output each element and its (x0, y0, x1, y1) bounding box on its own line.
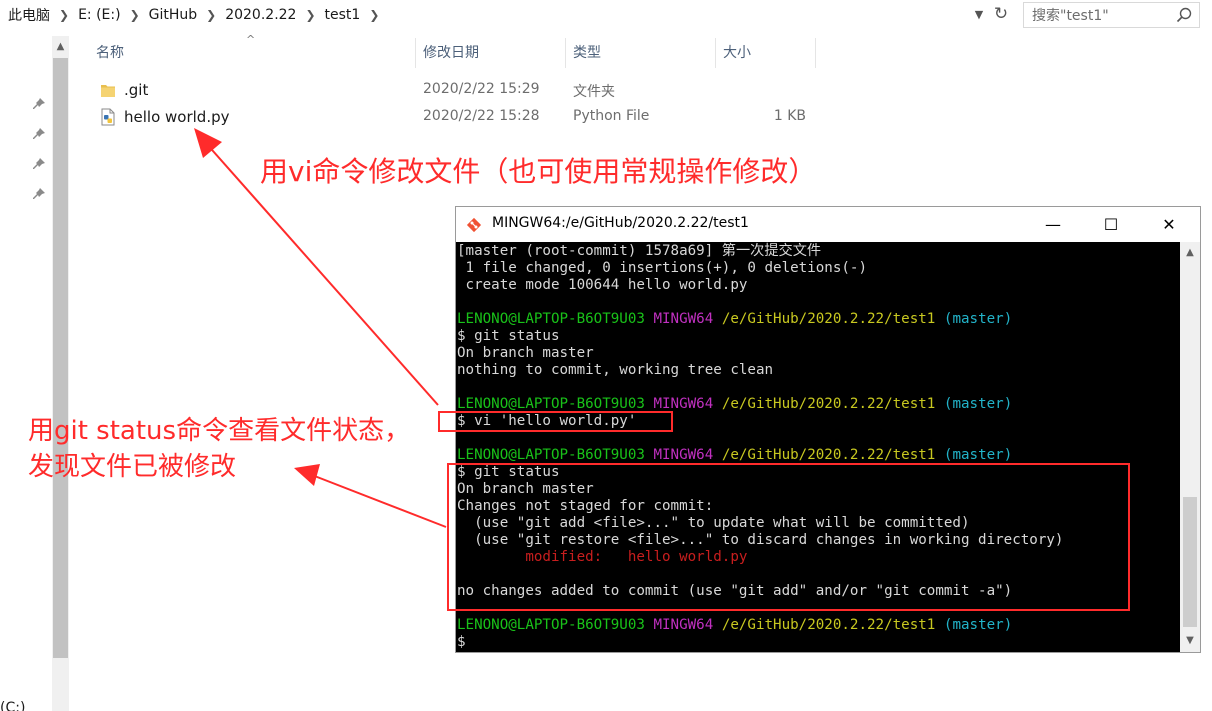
file-type: Python File (573, 108, 650, 124)
column-header-type[interactable]: 类型 (573, 38, 601, 68)
python-file-icon (101, 108, 115, 126)
search-placeholder: 搜索"test1" (1032, 8, 1109, 24)
terminal-prompt: LENONO@LAPTOP-B6OT9U03 MINGW64 /e/GitHub… (457, 311, 1012, 328)
chevron-down-icon[interactable]: ▼ (970, 6, 988, 24)
terminal-line: [master (root-commit) 1578a69] 第一次提交文件 (457, 243, 822, 259)
scroll-up-arrow-icon[interactable]: ▲ (52, 38, 69, 56)
terminal-scrollbar-thumb[interactable] (1183, 497, 1197, 627)
navigation-pane[interactable]: ▲ (C:) (0, 36, 72, 711)
column-divider[interactable] (715, 38, 716, 68)
chevron-right-icon[interactable]: ❯ (130, 8, 140, 22)
column-header-name[interactable]: 名称 (96, 38, 124, 68)
prompt-user: LENONO@LAPTOP-B6OT9U03 (457, 447, 645, 463)
search-icon[interactable] (1175, 6, 1193, 24)
breadcrumb-test1[interactable]: test1 (325, 7, 361, 23)
column-header-date[interactable]: 修改日期 (423, 38, 479, 68)
terminal-line: nothing to commit, working tree clean (457, 362, 774, 378)
annotation-vi-note: 用vi命令修改文件（也可使用常规操作修改） (260, 155, 817, 188)
breadcrumb-2020-2-22[interactable]: 2020.2.22 (225, 7, 296, 23)
chevron-right-icon[interactable]: ❯ (305, 8, 315, 22)
annotation-status-note-line2: 发现文件已被修改 (28, 452, 237, 482)
annotation-status-note-line1: 用git status命令查看文件状态， (28, 416, 411, 446)
prompt-branch: (master) (943, 447, 1013, 463)
prompt-path: /e/GitHub/2020.2.22/test1 (721, 617, 936, 633)
chevron-right-icon[interactable]: ❯ (206, 8, 216, 22)
arrowhead-icon (194, 128, 222, 158)
column-divider[interactable] (415, 38, 416, 68)
arrow-to-status-note (311, 474, 447, 528)
search-input[interactable]: 搜索"test1" (1023, 2, 1200, 28)
sort-ascending-icon: ^ (246, 33, 256, 46)
refresh-icon[interactable]: ↻ (990, 3, 1012, 25)
terminal-input-line[interactable]: $ (457, 634, 466, 651)
git-bash-icon (466, 217, 482, 233)
prompt-path: /e/GitHub/2020.2.22/test1 (721, 447, 936, 463)
terminal-line: 1 file changed, 0 insertions(+), 0 delet… (457, 260, 867, 276)
prompt-user: LENONO@LAPTOP-B6OT9U03 (457, 311, 645, 327)
terminal-titlebar[interactable]: MINGW64:/e/GitHub/2020.2.22/test1 — ☐ ✕ (456, 207, 1200, 242)
chevron-right-icon[interactable]: ❯ (369, 8, 379, 22)
pin-icon[interactable] (31, 186, 47, 202)
folder-icon (101, 85, 115, 97)
prompt-branch: (master) (943, 311, 1013, 327)
prompt-env: MINGW64 (653, 311, 714, 327)
file-type: 文件夹 (573, 84, 615, 100)
prompt-env: MINGW64 (653, 447, 714, 463)
column-divider[interactable] (815, 38, 816, 68)
prompt-user: LENONO@LAPTOP-B6OT9U03 (457, 617, 645, 633)
prompt-user: LENONO@LAPTOP-B6OT9U03 (457, 396, 645, 412)
minimize-button[interactable]: — (1024, 207, 1082, 242)
column-divider[interactable] (565, 38, 566, 68)
scroll-down-arrow-icon[interactable]: ▼ (1180, 632, 1200, 650)
prompt-path: /e/GitHub/2020.2.22/test1 (721, 396, 936, 412)
close-button[interactable]: ✕ (1140, 207, 1198, 242)
file-name[interactable]: .git (124, 81, 148, 99)
pin-icon[interactable] (31, 156, 47, 172)
breadcrumb-github[interactable]: GitHub (149, 7, 198, 23)
file-date: 2020/2/22 15:28 (423, 108, 540, 124)
nav-scrollbar-thumb[interactable] (53, 58, 68, 658)
prompt-path: /e/GitHub/2020.2.22/test1 (721, 311, 936, 327)
pin-icon[interactable] (31, 126, 47, 142)
file-row-git[interactable]: .git 2020/2/22 15:29 文件夹 (96, 78, 816, 104)
breadcrumb: 此电脑 ❯ E: (E:) ❯ GitHub ❯ 2020.2.22 ❯ tes… (0, 5, 388, 25)
file-date: 2020/2/22 15:29 (423, 81, 540, 97)
terminal-prompt: LENONO@LAPTOP-B6OT9U03 MINGW64 /e/GitHub… (457, 447, 1012, 464)
maximize-button[interactable]: ☐ (1082, 207, 1140, 242)
chevron-right-icon[interactable]: ❯ (59, 8, 69, 22)
breadcrumb-drive-e[interactable]: E: (E:) (78, 7, 121, 23)
arrowhead-icon (294, 464, 320, 486)
prompt-env: MINGW64 (653, 396, 714, 412)
column-header-size[interactable]: 大小 (723, 38, 751, 68)
prompt-branch: (master) (943, 617, 1013, 633)
nav-item-drive-c[interactable]: (C:) (0, 700, 25, 711)
terminal-prompt: LENONO@LAPTOP-B6OT9U03 MINGW64 /e/GitHub… (457, 617, 1012, 634)
prompt-env: MINGW64 (653, 617, 714, 633)
terminal-line: create mode 100644 hello world.py (457, 277, 748, 293)
breadcrumb-this-pc[interactable]: 此电脑 (8, 5, 50, 25)
prompt-branch: (master) (943, 396, 1013, 412)
address-bar[interactable]: 此电脑 ❯ E: (E:) ❯ GitHub ❯ 2020.2.22 ❯ tes… (0, 0, 1016, 30)
terminal-title: MINGW64:/e/GitHub/2020.2.22/test1 (492, 215, 749, 231)
scroll-up-arrow-icon[interactable]: ▲ (1180, 244, 1200, 262)
pin-icon[interactable] (31, 96, 47, 112)
terminal-line: On branch master (457, 345, 594, 361)
file-size: 1 KB (773, 108, 806, 124)
highlight-box-vi-command (438, 411, 673, 432)
terminal-command: $ git status (457, 328, 560, 344)
file-row-hello-world[interactable]: hello world.py 2020/2/22 15:28 Python Fi… (96, 105, 816, 131)
highlight-box-git-status (447, 463, 1130, 611)
file-name[interactable]: hello world.py (124, 108, 229, 126)
